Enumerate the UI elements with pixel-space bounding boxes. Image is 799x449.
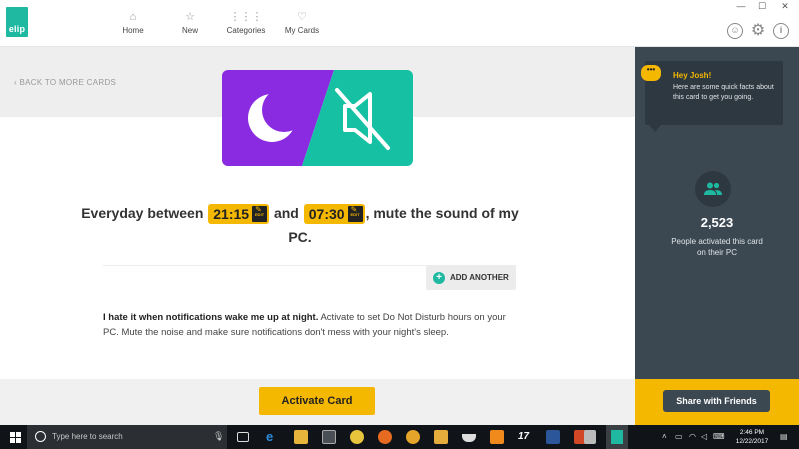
keyboard-icon[interactable]: ⌨ bbox=[713, 432, 725, 441]
nav-my-cards[interactable]: ♡ My Cards bbox=[267, 10, 337, 35]
nav-new-label: New bbox=[181, 26, 198, 35]
firefox-icon[interactable] bbox=[378, 430, 392, 444]
file-explorer-icon[interactable] bbox=[294, 430, 308, 444]
card-description: I hate it when notifications wake me up … bbox=[103, 310, 521, 340]
maximize-button[interactable]: ☐ bbox=[755, 1, 769, 12]
battery-icon[interactable]: ▭ bbox=[675, 432, 683, 441]
app-17-icon[interactable]: 17 bbox=[518, 430, 532, 444]
cortana-icon bbox=[35, 431, 46, 442]
word-icon[interactable] bbox=[546, 430, 560, 444]
nav-my-cards-label: My Cards bbox=[284, 26, 320, 35]
close-button[interactable]: ✕ bbox=[778, 1, 792, 12]
edge-browser-icon[interactable]: e bbox=[266, 430, 280, 444]
edit-icon: EDIT bbox=[252, 201, 268, 223]
taskbar-clock[interactable]: 2:46 PM 12/22/2017 bbox=[732, 428, 772, 446]
tip-callout: ••• Hey Josh! Here are some quick facts … bbox=[641, 61, 783, 132]
windows-start-icon[interactable] bbox=[10, 432, 21, 443]
taskbar-search[interactable]: Type here to search 🎙 bbox=[27, 425, 227, 449]
heart-icon: ♡ bbox=[297, 11, 307, 23]
gear-icon[interactable]: ⚙ bbox=[750, 23, 766, 39]
weather-app-icon[interactable] bbox=[434, 430, 448, 444]
add-another-button[interactable]: + ADD ANOTHER bbox=[426, 266, 516, 290]
nav-home-label: Home bbox=[122, 26, 144, 35]
network-icon[interactable]: ◠ bbox=[689, 432, 696, 441]
notifications-icon[interactable]: ▤ bbox=[780, 432, 788, 441]
mail-icon[interactable] bbox=[462, 434, 476, 442]
card-art bbox=[222, 70, 413, 166]
back-link-label: BACK TO MORE CARDS bbox=[19, 78, 117, 87]
facts-sidebar: ••• Hey Josh! Here are some quick facts … bbox=[635, 47, 799, 379]
activation-count: 2,523 bbox=[700, 215, 734, 230]
minimize-button[interactable]: — bbox=[734, 1, 748, 11]
share-with-friends-button[interactable]: Share with Friends bbox=[663, 390, 770, 412]
top-bar: elip ⌂ Home ☆ New ⋮⋮⋮ Categories ♡ My Ca… bbox=[0, 0, 799, 47]
end-time-chip[interactable]: 07:30EDIT bbox=[303, 201, 365, 225]
nav-categories-label: Categories bbox=[226, 26, 266, 35]
vlc-icon[interactable] bbox=[490, 430, 504, 444]
edit-icon: EDIT bbox=[347, 201, 363, 223]
settings-app-icon[interactable] bbox=[406, 430, 420, 444]
action-bar: Activate Card bbox=[0, 379, 635, 425]
tip-text: Here are some quick facts about this car… bbox=[673, 84, 774, 101]
logo-text: elip bbox=[8, 24, 26, 34]
info-icon[interactable]: i bbox=[773, 23, 789, 39]
end-time: 07:30 bbox=[308, 206, 345, 223]
photos-icon[interactable] bbox=[584, 430, 596, 444]
task-view-icon[interactable] bbox=[237, 432, 249, 442]
card-headline: Everyday between 21:15EDIT and 07:30EDIT… bbox=[80, 201, 520, 249]
smiley-icon[interactable]: ☺ bbox=[727, 23, 743, 39]
card-art-graphic bbox=[222, 70, 413, 166]
taskbar: Type here to search 🎙 e 17 ˄ ▭ ◠ ◁ ⌨ 2:4… bbox=[0, 425, 799, 449]
start-time: 21:15 bbox=[213, 206, 250, 223]
taskbar-search-placeholder: Type here to search bbox=[52, 432, 123, 441]
plus-icon: + bbox=[433, 272, 445, 284]
chrome-icon[interactable] bbox=[350, 430, 364, 444]
chevron-up-icon[interactable]: ˄ bbox=[662, 432, 667, 441]
activation-label: People activated this card on their PC bbox=[671, 237, 763, 257]
tip-title: Hey Josh! bbox=[673, 71, 712, 80]
add-another-label: ADD ANOTHER bbox=[450, 273, 509, 282]
app-logo[interactable]: elip bbox=[6, 7, 28, 37]
start-time-chip[interactable]: 21:15EDIT bbox=[208, 201, 270, 225]
activate-card-button[interactable]: Activate Card bbox=[259, 387, 375, 415]
people-icon bbox=[695, 171, 731, 207]
back-link[interactable]: ‹ BACK TO MORE CARDS bbox=[14, 78, 116, 87]
clock-time: 2:46 PM bbox=[739, 429, 765, 436]
card-detail: ‹ BACK TO MORE CARDS Everyday between 21… bbox=[0, 47, 635, 379]
app-window: elip ⌂ Home ☆ New ⋮⋮⋮ Categories ♡ My Ca… bbox=[0, 0, 799, 425]
store-icon[interactable] bbox=[322, 430, 336, 444]
description-bold: I hate it when notifications wake me up … bbox=[103, 312, 319, 323]
chat-bubble-icon: ••• bbox=[641, 65, 661, 81]
elip-app-icon bbox=[611, 430, 623, 444]
clock-date: 12/22/2017 bbox=[735, 438, 769, 445]
microphone-icon[interactable]: 🎙 bbox=[213, 431, 224, 442]
headline-prefix: Everyday between bbox=[81, 205, 204, 221]
headline-mid: and bbox=[273, 205, 299, 221]
volume-icon[interactable]: ◁ bbox=[701, 432, 707, 441]
elip-taskbar-button[interactable] bbox=[606, 425, 628, 449]
share-area: Share with Friends bbox=[635, 379, 799, 425]
